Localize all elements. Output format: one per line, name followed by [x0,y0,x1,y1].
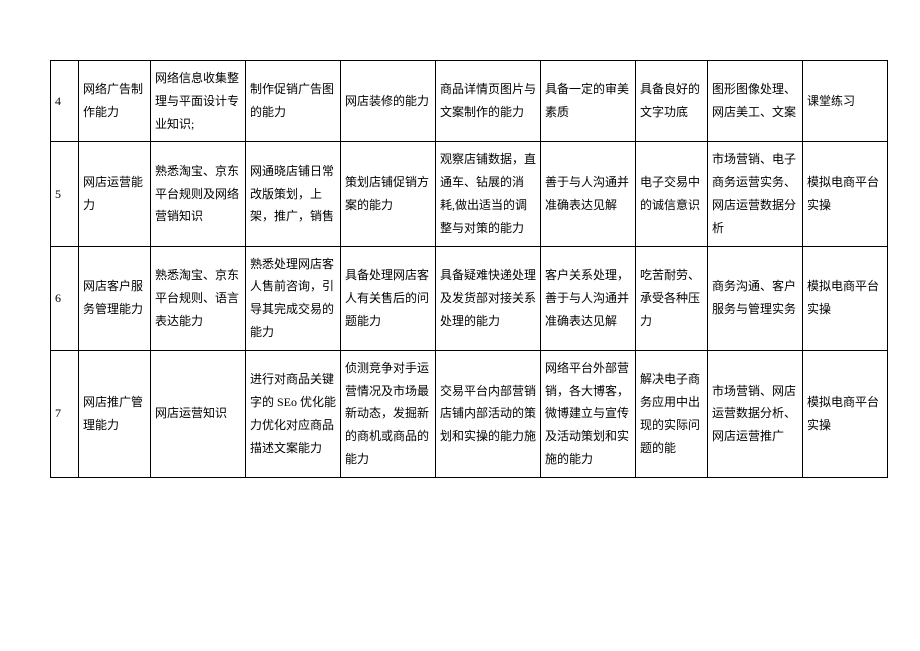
table-row: 6 网店客户服务管理能力 熟悉淘宝、京东平台规则、语言表达能力 熟悉处理网店客人… [51,246,888,350]
table-row: 4 网络广告制作能力 网络信息收集整理与平面设计专业知识; 制作促销广告图的能力… [51,61,888,142]
cell-quality1: 客户关系处理，善于与人沟通并准确表达见解 [541,246,636,350]
cell-quality2: 具备良好的文字功底 [636,61,708,142]
cell-skill1: 进行对商品关键字的 SEo 优化能力优化对应商品描述文案能力 [246,350,341,477]
cell-skill2: 策划店铺促销方案的能力 [341,142,436,246]
cell-quality2: 解决电子商务应用中出现的实际问题的能 [636,350,708,477]
cell-skill2: 网店装修的能力 [341,61,436,142]
cell-method: 模拟电商平台实操 [803,246,888,350]
cell-method: 模拟电商平台实操 [803,350,888,477]
cell-knowledge: 网络信息收集整理与平面设计专业知识; [151,61,246,142]
cell-num: 5 [51,142,79,246]
table-row: 7 网店推广管理能力 网店运营知识 进行对商品关键字的 SEo 优化能力优化对应… [51,350,888,477]
cell-knowledge: 熟悉淘宝、京东平台规则、语言表达能力 [151,246,246,350]
cell-quality1: 善于与人沟通并准确表达见解 [541,142,636,246]
ability-table: 4 网络广告制作能力 网络信息收集整理与平面设计专业知识; 制作促销广告图的能力… [50,60,888,478]
cell-num: 6 [51,246,79,350]
cell-method: 课堂练习 [803,61,888,142]
cell-skill3: 交易平台内部营销店铺内部活动的策划和实操的能力施 [436,350,541,477]
cell-quality1: 网络平台外部营销，各大博客，微博建立与宣传及活动策划和实施的能力 [541,350,636,477]
cell-quality2: 电子交易中的诚信意识 [636,142,708,246]
cell-skill1: 网通晓店铺日常改版策划，上架，推广，销售 [246,142,341,246]
cell-skill3: 具备疑难快递处理及发货部对接关系处理的能力 [436,246,541,350]
cell-course: 商务沟通、客户服务与管理实务 [708,246,803,350]
cell-skill3: 观察店铺数据，直通车、钻展的消耗,做出适当的调整与对策的能力 [436,142,541,246]
cell-knowledge: 网店运营知识 [151,350,246,477]
cell-skill1: 熟悉处理网店客人售前咨询，引导其完成交易的能力 [246,246,341,350]
cell-skill3: 商品详情页图片与文案制作的能力 [436,61,541,142]
cell-course: 市场营销、电子商务运营实务、网店运营数据分析 [708,142,803,246]
cell-ability: 网店推广管理能力 [79,350,151,477]
cell-quality1: 具备一定的审美素质 [541,61,636,142]
cell-skill2: 侦测竞争对手运营情况及市场最新动态，发掘新的商机或商品的能力 [341,350,436,477]
cell-ability: 网络广告制作能力 [79,61,151,142]
cell-ability: 网店运营能力 [79,142,151,246]
cell-num: 4 [51,61,79,142]
cell-num: 7 [51,350,79,477]
cell-skill2: 具备处理网店客人有关售后的问题能力 [341,246,436,350]
cell-ability: 网店客户服务管理能力 [79,246,151,350]
cell-skill1: 制作促销广告图的能力 [246,61,341,142]
cell-method: 模拟电商平台实操 [803,142,888,246]
cell-course: 市场营销、网店运营数据分析、网店运营推广 [708,350,803,477]
table-row: 5 网店运营能力 熟悉淘宝、京东平台规则及网络营销知识 网通晓店铺日常改版策划，… [51,142,888,246]
cell-course: 图形图像处理、网店美工、文案 [708,61,803,142]
cell-knowledge: 熟悉淘宝、京东平台规则及网络营销知识 [151,142,246,246]
cell-quality2: 吃苦耐劳、承受各种压力 [636,246,708,350]
